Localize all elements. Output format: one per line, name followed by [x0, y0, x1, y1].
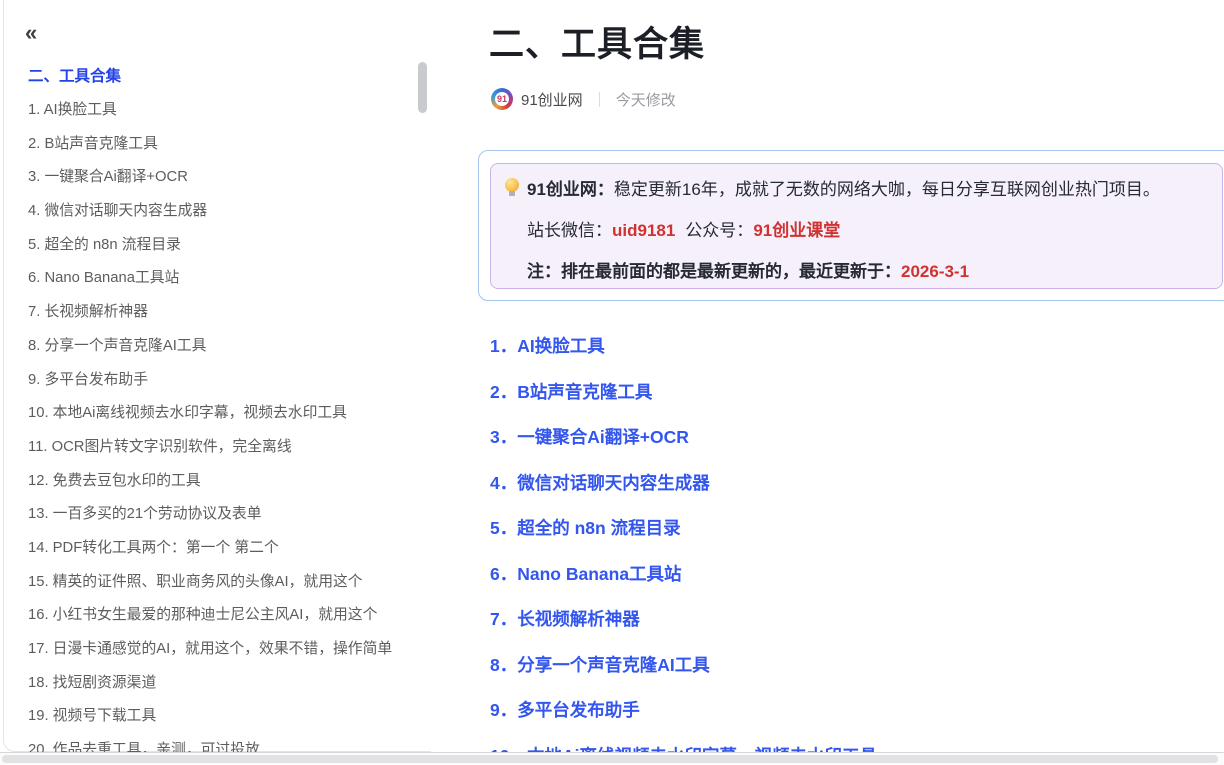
sidebar-toc-item[interactable]: 7. 长视频解析神器 — [28, 296, 418, 330]
sidebar-toc-item[interactable]: 10. 本地Ai离线视频去水印字幕，视频去水印工具 — [28, 397, 418, 431]
sidebar-toc-item[interactable]: 14. PDF转化工具两个：第一个 第二个 — [28, 532, 418, 566]
sidebar-toc-item[interactable]: 4. 微信对话聊天内容生成器 — [28, 195, 418, 229]
content-area: « 二、工具合集 1. AI换脸工具2. B站声音克隆工具3. 一键聚合Ai翻译… — [0, 0, 1224, 753]
sidebar-toc-item[interactable]: 5. 超全的 n8n 流程目录 — [28, 229, 418, 263]
callout-site-desc: 稳定更新16年，成就了无数的网络大咖，每日分享互联网创业热门项目。 — [614, 180, 1160, 199]
horizontal-scrollbar-thumb[interactable] — [2, 755, 1218, 763]
sidebar-toc-item[interactable]: 2. B站声音克隆工具 — [28, 128, 418, 162]
wechat-id: uid9181 — [612, 221, 675, 240]
page-title: 二、工具合集 — [489, 16, 705, 67]
sidebar-toc-item[interactable]: 17. 日漫卡通感觉的AI，就用这个，效果不错，操作简单 — [28, 633, 418, 667]
sidebar-toc-item[interactable]: 8. 分享一个声音克隆AI工具 — [28, 330, 418, 364]
page: « 二、工具合集 1. AI换脸工具2. B站声音克隆工具3. 一键聚合Ai翻译… — [0, 0, 1224, 765]
tool-link[interactable]: 8．分享一个声音克隆AI工具 — [490, 652, 877, 698]
official-account-label: 公众号： — [685, 221, 753, 240]
update-note: 注：排在最前面的都是最新更新的，最近更新于： — [527, 262, 901, 281]
sidebar: « 二、工具合集 1. AI换脸工具2. B站声音克隆工具3. 一键聚合Ai翻译… — [3, 0, 431, 752]
sidebar-toc-item[interactable]: 13. 一百多买的21个劳动协议及表单 — [28, 498, 418, 532]
sidebar-toc-item[interactable]: 12. 免费去豆包水印的工具 — [28, 465, 418, 499]
sidebar-toc-title[interactable]: 二、工具合集 — [28, 64, 121, 86]
collapse-sidebar-icon[interactable]: « — [25, 22, 37, 44]
callout-line-1: 91创业网：稳定更新16年，成就了无数的网络大咖，每日分享互联网创业热门项目。 — [504, 177, 1206, 203]
wechat-label: 站长微信： — [527, 221, 612, 240]
tool-link[interactable]: 4．微信对话聊天内容生成器 — [490, 470, 877, 516]
sidebar-toc-item[interactable]: 15. 精英的证件照、职业商务风的头像AI，就用这个 — [28, 566, 418, 600]
callout-line-2: 站长微信：uid9181 公众号：91创业课堂 — [527, 218, 1206, 244]
sidebar-toc-item[interactable]: 9. 多平台发布助手 — [28, 364, 418, 398]
sidebar-toc-list: 1. AI换脸工具2. B站声音克隆工具3. 一键聚合Ai翻译+OCR4. 微信… — [28, 94, 418, 753]
tool-link[interactable]: 3．一键聚合Ai翻译+OCR — [490, 424, 877, 470]
callout-box: 91创业网：稳定更新16年，成就了无数的网络大咖，每日分享互联网创业热门项目。 … — [490, 163, 1223, 289]
official-account-name: 91创业课堂 — [753, 221, 840, 240]
byline: 91 91创业网 今天修改 — [491, 87, 676, 111]
sidebar-toc-item[interactable]: 16. 小红书女生最爱的那种迪士尼公主风AI，就用这个 — [28, 599, 418, 633]
sidebar-toc-item[interactable]: 11. OCR图片转文字识别软件，完全离线 — [28, 431, 418, 465]
update-date: 2026-3-1 — [901, 262, 969, 281]
tool-link[interactable]: 6．Nano Banana工具站 — [490, 561, 877, 607]
sidebar-toc-item[interactable]: 6. Nano Banana工具站 — [28, 262, 418, 296]
tool-link[interactable]: 7．长视频解析神器 — [490, 606, 877, 652]
horizontal-scrollbar[interactable] — [0, 753, 1224, 765]
sidebar-toc-item[interactable]: 20. 作品去重工具，亲测，可过投放 — [28, 734, 418, 753]
author-avatar: 91 — [491, 88, 513, 110]
sidebar-toc-item[interactable]: 18. 找短剧资源渠道 — [28, 667, 418, 701]
callout-line-3: 注：排在最前面的都是最新更新的，最近更新于：2026-3-1 — [527, 259, 1206, 285]
callout-site-name: 91创业网： — [527, 180, 614, 199]
sidebar-toc-item[interactable]: 19. 视频号下载工具 — [28, 700, 418, 734]
modified-time: 今天修改 — [616, 89, 676, 110]
tool-link[interactable]: 2．B站声音克隆工具 — [490, 379, 877, 425]
tool-link-list: 1．AI换脸工具2．B站声音克隆工具3．一键聚合Ai翻译+OCR4．微信对话聊天… — [490, 333, 877, 753]
tool-link[interactable]: 1．AI换脸工具 — [490, 333, 877, 379]
sidebar-scrollbar-thumb[interactable] — [418, 62, 427, 113]
sidebar-toc-item[interactable]: 1. AI换脸工具 — [28, 94, 418, 128]
byline-divider — [599, 92, 600, 107]
author-name[interactable]: 91创业网 — [521, 89, 583, 110]
tool-link[interactable]: 5．超全的 n8n 流程目录 — [490, 515, 877, 561]
callout-outer-box: 91创业网：稳定更新16年，成就了无数的网络大咖，每日分享互联网创业热门项目。 … — [478, 150, 1224, 301]
lightbulb-icon — [504, 178, 520, 198]
tool-link[interactable]: 9．多平台发布助手 — [490, 697, 877, 743]
sidebar-toc-item[interactable]: 3. 一键聚合Ai翻译+OCR — [28, 161, 418, 195]
